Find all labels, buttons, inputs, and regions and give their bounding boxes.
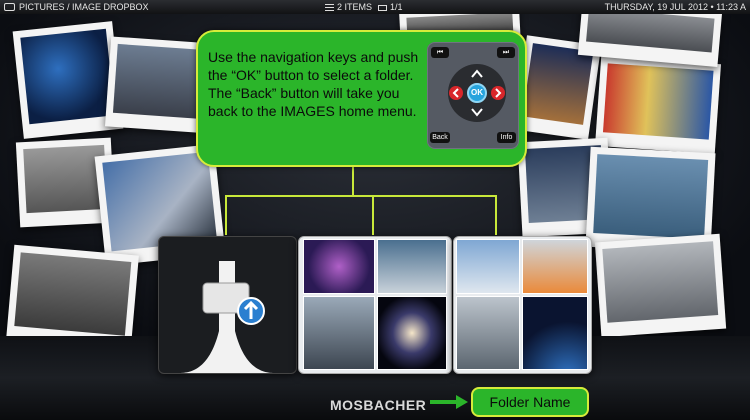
thumbnail-galaxy	[377, 296, 447, 370]
arrow-right-icon	[430, 395, 468, 409]
date-time: THURSDAY, 19 JUL 2012 • 11:23 A	[604, 2, 746, 12]
upload-icon	[179, 261, 275, 373]
arrow-down-icon	[471, 108, 483, 117]
page-label: 1/1	[390, 2, 403, 12]
back-key: Back	[430, 132, 450, 143]
callout-connector	[352, 167, 354, 195]
help-callout: Use the navigation keys and push the “OK…	[196, 30, 527, 167]
folder-tile-gallery[interactable]	[298, 236, 452, 374]
item-count: 2 ITEMS 1/1	[325, 0, 403, 14]
folder-name-callout: Folder Name	[471, 387, 589, 417]
thumbnail-nebula	[303, 239, 375, 294]
callout-connector	[225, 195, 497, 197]
callout-connector	[225, 195, 227, 235]
items-label: 2 ITEMS	[337, 2, 373, 12]
thumbnail-shuttle	[456, 239, 520, 294]
page-icon	[378, 5, 388, 11]
thumbnail-rocket-stand	[303, 296, 375, 370]
skip-next-key: ⏭	[497, 47, 515, 58]
folder-tile-gallery[interactable]	[453, 236, 592, 374]
photo-patches	[595, 55, 721, 155]
remote-control-illustration: ⏮ ⏭ OK Back Info	[427, 42, 519, 149]
skip-previous-key: ⏮	[431, 47, 449, 58]
list-icon	[325, 4, 334, 11]
callout-connector	[495, 195, 497, 235]
photo-module	[594, 233, 727, 338]
photo-satellite	[6, 244, 139, 340]
direction-pad: OK	[448, 64, 506, 122]
folder-tile-upload[interactable]	[158, 236, 297, 374]
callout-connector	[372, 195, 374, 235]
thumbnail-flag-hardware	[456, 296, 520, 370]
thumbnail-capsule	[522, 239, 588, 294]
top-bar: PICTURES / IMAGE DROPBOX 2 ITEMS 1/1 THUR…	[0, 0, 750, 14]
home-icon[interactable]	[4, 3, 15, 11]
thumbnail-astronaut	[377, 239, 447, 294]
thumbnail-space-station	[522, 296, 588, 370]
folder-title: MOSBACHER	[330, 397, 427, 413]
ok-key: OK	[467, 83, 487, 103]
help-text: Use the navigation keys and push the “OK…	[208, 49, 419, 119]
breadcrumb[interactable]: PICTURES / IMAGE DROPBOX	[4, 0, 149, 14]
info-key: Info	[497, 132, 516, 143]
arrow-right-icon	[491, 86, 505, 100]
arrow-left-icon	[449, 86, 463, 100]
breadcrumb-label: PICTURES / IMAGE DROPBOX	[19, 2, 149, 12]
arrow-up-icon	[471, 69, 483, 78]
